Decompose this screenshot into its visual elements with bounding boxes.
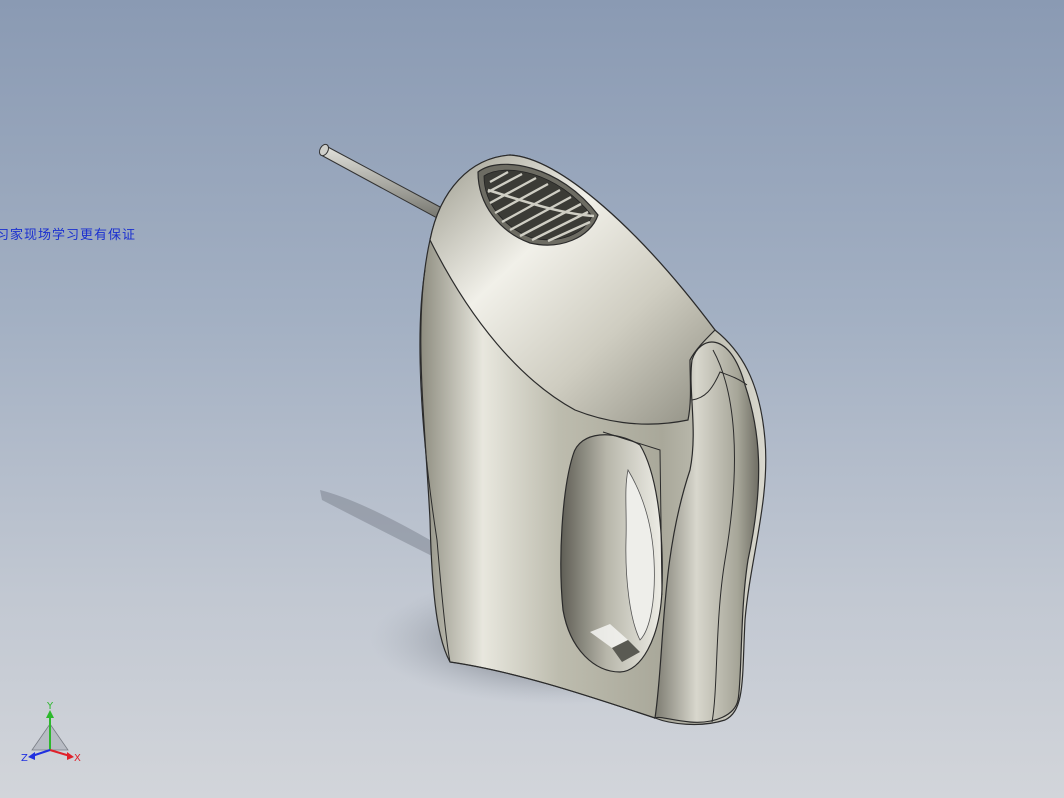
z-axis-arrow (28, 752, 35, 760)
rod (320, 145, 443, 219)
floor-shadow-streak (320, 490, 440, 560)
3d-model-view[interactable] (0, 0, 1064, 798)
y-axis-label: Y (46, 701, 54, 712)
watermark-text: 习家现场学习更有保证 (0, 228, 137, 243)
graphics-viewport[interactable]: 习家现场学习更有保证 Y X Z (0, 0, 1064, 798)
reference-triad[interactable]: Y X Z (18, 700, 88, 770)
z-axis-label: Z (21, 753, 28, 764)
grip-hole (560, 431, 663, 673)
x-axis-arrow (67, 752, 74, 760)
x-axis-label: X (74, 753, 81, 764)
